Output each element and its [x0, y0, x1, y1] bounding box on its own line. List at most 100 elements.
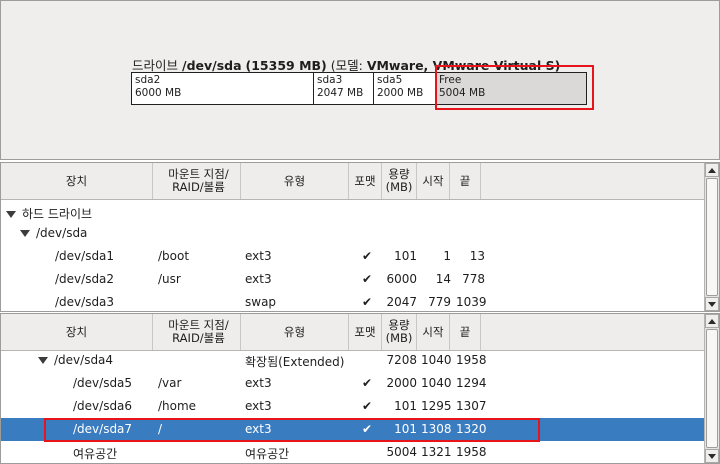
free-space-highlight — [435, 65, 594, 110]
format-check-icon: ✔ — [362, 272, 373, 286]
column-header-mount[interactable]: 마운트 지점/ RAID/볼륨 — [153, 314, 241, 350]
cell-start: 1321 — [421, 445, 452, 459]
format-check-icon: ✔ — [362, 399, 373, 413]
scroll-up-button[interactable] — [705, 314, 719, 328]
cell-size: 7208 — [386, 353, 417, 367]
column-header-format[interactable]: 포맷 — [349, 163, 382, 199]
column-header-start[interactable]: 시작 — [417, 163, 450, 199]
cell-type: ext3 — [245, 399, 272, 413]
cell-device: /dev/sda3 — [55, 295, 115, 309]
disk-size: (15359 MB) — [245, 58, 327, 73]
column-header-size[interactable]: 용량 (MB) — [382, 314, 417, 350]
cell-start: 1040 — [421, 353, 452, 367]
tree-node-hard-drives: 하드 드라이브 — [6, 205, 92, 222]
table-row[interactable]: /dev/sda5 /var ext3 ✔ 2000 1040 1294 — [1, 372, 704, 395]
disk-device: /dev/sda — [182, 58, 242, 73]
partition-segment-sda3[interactable]: sda3 2047 MB — [314, 73, 374, 104]
disk-label: 드라이브 — [132, 58, 179, 73]
cell-type: ext3 — [245, 272, 272, 286]
cell-type: 확장됨(Extended) — [245, 355, 345, 369]
column-header-device[interactable]: 장치 — [1, 163, 153, 199]
cell-device: /dev/sda1 — [55, 249, 115, 263]
scroll-down-button[interactable] — [705, 449, 719, 463]
table-row[interactable]: /dev/sda4 확장됨(Extended) 7208 1040 1958 — [1, 349, 704, 372]
selected-row-highlight — [44, 418, 540, 442]
cell-mount: /boot — [158, 249, 190, 263]
column-header-device[interactable]: 장치 — [1, 314, 153, 350]
scroll-down-button[interactable] — [705, 297, 719, 311]
column-header-end[interactable]: 끝 — [450, 314, 481, 350]
cell-start: 1 — [443, 249, 451, 263]
table-row[interactable]: /dev/sda1 /boot ext3 ✔ 101 1 13 — [1, 245, 704, 268]
cell-size: 6000 — [386, 272, 417, 286]
cell-end: 1294 — [456, 376, 487, 390]
cell-start: 1040 — [421, 376, 452, 390]
table-row[interactable]: /dev/sda3 swap ✔ 2047 779 1039 — [1, 291, 704, 311]
partition-table-top: 장치 마운트 지점/ RAID/볼륨 유형 포맷 용량 (MB) 시작 끝 하드… — [0, 162, 720, 312]
cell-type: ext3 — [245, 376, 272, 390]
segment-size: 2047 MB — [317, 87, 364, 99]
table-header: 장치 마운트 지점/ RAID/볼륨 유형 포맷 용량 (MB) 시작 끝 — [1, 314, 704, 351]
cell-size: 101 — [394, 399, 417, 413]
disk-overview-panel: 드라이브 /dev/sda (15359 MB) (모델: VMware, VM… — [0, 0, 720, 160]
segment-size: 2000 MB — [377, 87, 424, 99]
table-row[interactable]: 하드 드라이브 — [1, 201, 704, 224]
cell-end: 778 — [462, 272, 485, 286]
column-header-format[interactable]: 포맷 — [349, 314, 382, 350]
scroll-up-button[interactable] — [705, 163, 719, 177]
scroll-thumb[interactable] — [706, 329, 718, 448]
arrow-up-icon — [708, 318, 716, 324]
column-header-type[interactable]: 유형 — [241, 314, 349, 350]
tree-node-sda4: /dev/sda4 — [38, 353, 113, 367]
table-row[interactable]: /dev/sda2 /usr ext3 ✔ 6000 14 778 — [1, 268, 704, 291]
cell-end: 1958 — [456, 353, 487, 367]
cell-end: 1958 — [456, 445, 487, 459]
column-header-filler — [481, 163, 704, 199]
segment-name: sda2 — [135, 74, 161, 86]
arrow-up-icon — [708, 167, 716, 173]
table-row[interactable]: /dev/sda6 /home ext3 ✔ 101 1295 1307 — [1, 395, 704, 418]
tree-node-sda: /dev/sda — [20, 226, 87, 240]
partition-segment-sda5[interactable]: sda5 2000 MB — [374, 73, 436, 104]
cell-size: 5004 — [386, 445, 417, 459]
segment-name: sda3 — [317, 74, 343, 86]
column-header-end[interactable]: 끝 — [450, 163, 481, 199]
column-header-start[interactable]: 시작 — [417, 314, 450, 350]
cell-device: /dev/sda5 — [73, 376, 133, 390]
expander-down-icon[interactable] — [20, 230, 30, 237]
cell-end: 1307 — [456, 399, 487, 413]
column-header-mount[interactable]: 마운트 지점/ RAID/볼륨 — [153, 163, 241, 199]
vertical-scrollbar[interactable] — [704, 314, 719, 463]
cell-start: 14 — [435, 272, 451, 286]
scroll-thumb[interactable] — [706, 178, 718, 296]
format-check-icon: ✔ — [362, 295, 373, 309]
cell-mount: /var — [158, 376, 182, 390]
arrow-down-icon — [708, 453, 716, 459]
column-header-type[interactable]: 유형 — [241, 163, 349, 199]
cell-type: swap — [245, 295, 277, 309]
disk-model-label: (모델: — [330, 58, 363, 73]
cell-type: ext3 — [245, 249, 272, 263]
cell-device: /dev/sda6 — [73, 399, 133, 413]
cell-mount: /usr — [158, 272, 181, 286]
cell-mount: /home — [158, 399, 197, 413]
format-check-icon: ✔ — [362, 249, 373, 263]
cell-start: 779 — [428, 295, 451, 309]
segment-name: sda5 — [377, 74, 403, 86]
expander-down-icon[interactable] — [6, 211, 16, 218]
vertical-scrollbar[interactable] — [704, 163, 719, 311]
expander-down-icon[interactable] — [38, 357, 48, 364]
cell-device: 여유공간 — [73, 447, 118, 461]
column-header-filler — [481, 314, 704, 350]
cell-end: 1039 — [456, 295, 487, 309]
column-header-size[interactable]: 용량 (MB) — [382, 163, 417, 199]
cell-size: 2047 — [386, 295, 417, 309]
arrow-down-icon — [708, 301, 716, 307]
table-row[interactable]: /dev/sda — [1, 222, 704, 245]
cell-start: 1295 — [421, 399, 452, 413]
cell-size: 2000 — [386, 376, 417, 390]
partition-segment-sda2[interactable]: sda2 6000 MB — [132, 73, 314, 104]
segment-size: 6000 MB — [135, 87, 182, 99]
cell-size: 101 — [394, 249, 417, 263]
table-row[interactable]: 여유공간 여유공간 5004 1321 1958 — [1, 441, 704, 463]
